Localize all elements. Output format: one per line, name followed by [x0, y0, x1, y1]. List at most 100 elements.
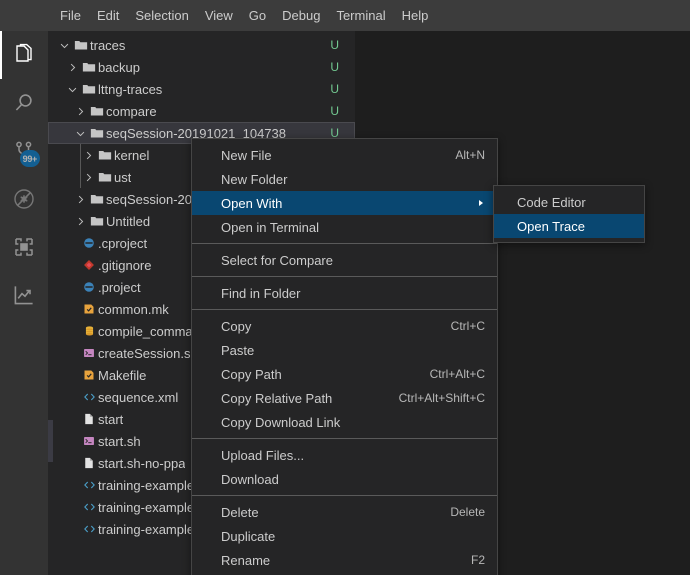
- file-tree-label: Makefile: [98, 367, 147, 383]
- xml-file-icon: [80, 386, 98, 408]
- indent-spacer: [48, 298, 64, 320]
- indent-spacer: [48, 232, 64, 254]
- explorer-context-menu: New File Alt+N New Folder Open With Open in …: [191, 138, 498, 575]
- folder-file-icon: [80, 78, 98, 100]
- context-menu-item-copy[interactable]: Copy Ctrl+C: [192, 314, 497, 338]
- xml-file-icon: [80, 474, 98, 496]
- context-menu-item-label: Copy: [221, 318, 252, 334]
- context-menu-item-new-folder[interactable]: New Folder: [192, 167, 497, 191]
- git-status-badge: U: [330, 60, 339, 74]
- indent-spacer: [48, 364, 64, 386]
- folder-file-icon: [88, 210, 106, 232]
- twisty-placeholder: [64, 342, 80, 364]
- file-tree-label: lttng-traces: [98, 81, 163, 97]
- menubar-item-go[interactable]: Go: [241, 0, 274, 31]
- context-menu-item-paste[interactable]: Paste: [192, 338, 497, 362]
- menubar-item-selection[interactable]: Selection: [127, 0, 196, 31]
- context-menu-item-copy-relative-path[interactable]: Copy Relative Path Ctrl+Alt+Shift+C: [192, 386, 497, 410]
- indent-spacer: [48, 342, 64, 364]
- twisty-placeholder: [64, 496, 80, 518]
- activity-bar: 99+: [0, 31, 48, 575]
- file-tree-row[interactable]: traces U: [48, 34, 355, 56]
- chevron-right-icon[interactable]: [72, 100, 88, 122]
- context-menu-item-label: New File: [221, 147, 272, 163]
- activity-search-icon[interactable]: [0, 79, 48, 127]
- context-menu-item-label: New Folder: [221, 171, 288, 187]
- menu-separator: [192, 438, 497, 439]
- context-menu-shortcut: Ctrl+Alt+C: [429, 367, 485, 381]
- context-menu-item-duplicate[interactable]: Duplicate: [192, 524, 497, 548]
- context-menu-item-label: Open in Terminal: [221, 219, 320, 235]
- chevron-right-icon[interactable]: [80, 144, 96, 166]
- activity-extensions-icon[interactable]: [0, 223, 48, 271]
- context-menu-item-download[interactable]: Download: [192, 467, 497, 491]
- file-file-icon: [80, 408, 98, 430]
- twisty-placeholder: [64, 386, 80, 408]
- twisty-placeholder: [64, 408, 80, 430]
- context-menu-shortcut: Delete: [450, 505, 485, 519]
- folder-file-icon: [80, 56, 98, 78]
- chevron-down-icon[interactable]: [64, 78, 80, 100]
- file-tree-row[interactable]: lttng-traces U: [48, 78, 355, 100]
- indent-spacer: [48, 320, 64, 342]
- indent-spacer: [48, 122, 72, 144]
- context-menu-item-delete[interactable]: Delete Delete: [192, 500, 497, 524]
- git-status-badge: U: [330, 104, 339, 118]
- context-menu-item-new-file[interactable]: New File Alt+N: [192, 143, 497, 167]
- indent-spacer: [48, 254, 64, 276]
- activity-explorer-icon[interactable]: [0, 31, 48, 79]
- menubar-item-view[interactable]: View: [197, 0, 241, 31]
- context-menu-item-label: Delete: [221, 504, 259, 520]
- xml-file-icon: [80, 518, 98, 540]
- activity-trace-viewer-icon[interactable]: [0, 271, 48, 319]
- context-menu-item-label: Select for Compare: [221, 252, 333, 268]
- menubar-item-terminal[interactable]: Terminal: [328, 0, 393, 31]
- context-menu-item-open-with[interactable]: Open With: [192, 191, 497, 215]
- context-menu-item-find-in-folder[interactable]: Find in Folder: [192, 281, 497, 305]
- json-file-icon: [80, 320, 98, 342]
- context-menu-item-label: Find in Folder: [221, 285, 301, 301]
- context-menu-item-copy-download-link[interactable]: Copy Download Link: [192, 410, 497, 434]
- context-menu-item-rename[interactable]: Rename F2: [192, 548, 497, 572]
- twisty-placeholder: [64, 276, 80, 298]
- context-menu-item-upload-files[interactable]: Upload Files...: [192, 443, 497, 467]
- menubar-item-file[interactable]: File: [52, 0, 89, 31]
- menu-separator: [192, 495, 497, 496]
- menubar-item-debug[interactable]: Debug: [274, 0, 328, 31]
- activity-run-debug-disabled-icon[interactable]: [0, 175, 48, 223]
- trace-viewer-icon: [12, 283, 36, 307]
- activity-source-control-icon[interactable]: 99+: [0, 127, 48, 175]
- indent-spacer: [48, 144, 80, 166]
- menubar-item-help[interactable]: Help: [394, 0, 437, 31]
- context-menu-item-select-for-compare[interactable]: Select for Compare: [192, 248, 497, 272]
- make-file-icon: [80, 298, 98, 320]
- twisty-placeholder: [64, 320, 80, 342]
- git-file-icon: [80, 254, 98, 276]
- indent-guide: [80, 166, 81, 188]
- chevron-down-icon[interactable]: [72, 122, 88, 144]
- chevron-down-icon[interactable]: [56, 34, 72, 56]
- chevron-right-icon[interactable]: [72, 210, 88, 232]
- submenu-item-open-trace[interactable]: Open Trace: [494, 214, 644, 238]
- twisty-placeholder: [64, 430, 80, 452]
- chevron-right-icon[interactable]: [64, 56, 80, 78]
- context-menu-item-open-in-terminal[interactable]: Open in Terminal: [192, 215, 497, 239]
- chevron-right-icon[interactable]: [72, 188, 88, 210]
- folder-file-icon: [88, 188, 106, 210]
- source-control-badge: 99+: [19, 150, 40, 167]
- file-tree-row[interactable]: compare U: [48, 100, 355, 122]
- context-menu-item-label: Duplicate: [221, 528, 276, 544]
- indent-spacer: [48, 496, 64, 518]
- file-tree-row[interactable]: backup U: [48, 56, 355, 78]
- submenu-item-code-editor[interactable]: Code Editor: [494, 190, 644, 214]
- chevron-right-icon[interactable]: [80, 166, 96, 188]
- context-menu-item-copy-path[interactable]: Copy Path Ctrl+Alt+C: [192, 362, 497, 386]
- menubar-item-edit[interactable]: Edit: [89, 0, 127, 31]
- menu-separator: [192, 243, 497, 244]
- indent-guide: [80, 144, 81, 166]
- indent-spacer: [48, 188, 72, 210]
- file-file-icon: [80, 452, 98, 474]
- explorer-icon: [12, 43, 36, 67]
- eclipse-file-icon: [80, 276, 98, 298]
- indent-spacer: [48, 276, 64, 298]
